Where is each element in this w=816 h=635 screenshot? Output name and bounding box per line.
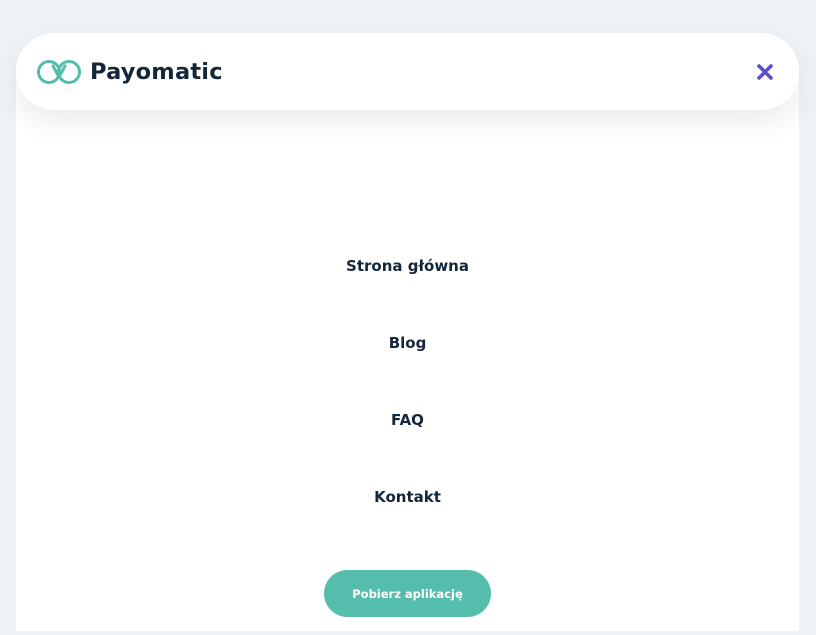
main-navigation: Strona główna Blog FAQ Kontakt — [16, 246, 799, 554]
nav-item-home[interactable]: Strona główna — [16, 246, 799, 323]
nav-item-contact[interactable]: Kontakt — [16, 477, 799, 554]
nav-item-faq[interactable]: FAQ — [16, 400, 799, 477]
close-menu-button[interactable] — [751, 58, 779, 86]
brand-logo-link[interactable]: Payomatic — [36, 57, 223, 87]
logo-rings-icon — [37, 59, 81, 84]
download-app-button[interactable]: Pobierz aplikację — [324, 570, 491, 617]
brand-name: Payomatic — [90, 58, 223, 85]
nav-item-blog[interactable]: Blog — [16, 323, 799, 400]
site-header: Payomatic — [16, 33, 799, 110]
close-icon — [757, 63, 773, 80]
